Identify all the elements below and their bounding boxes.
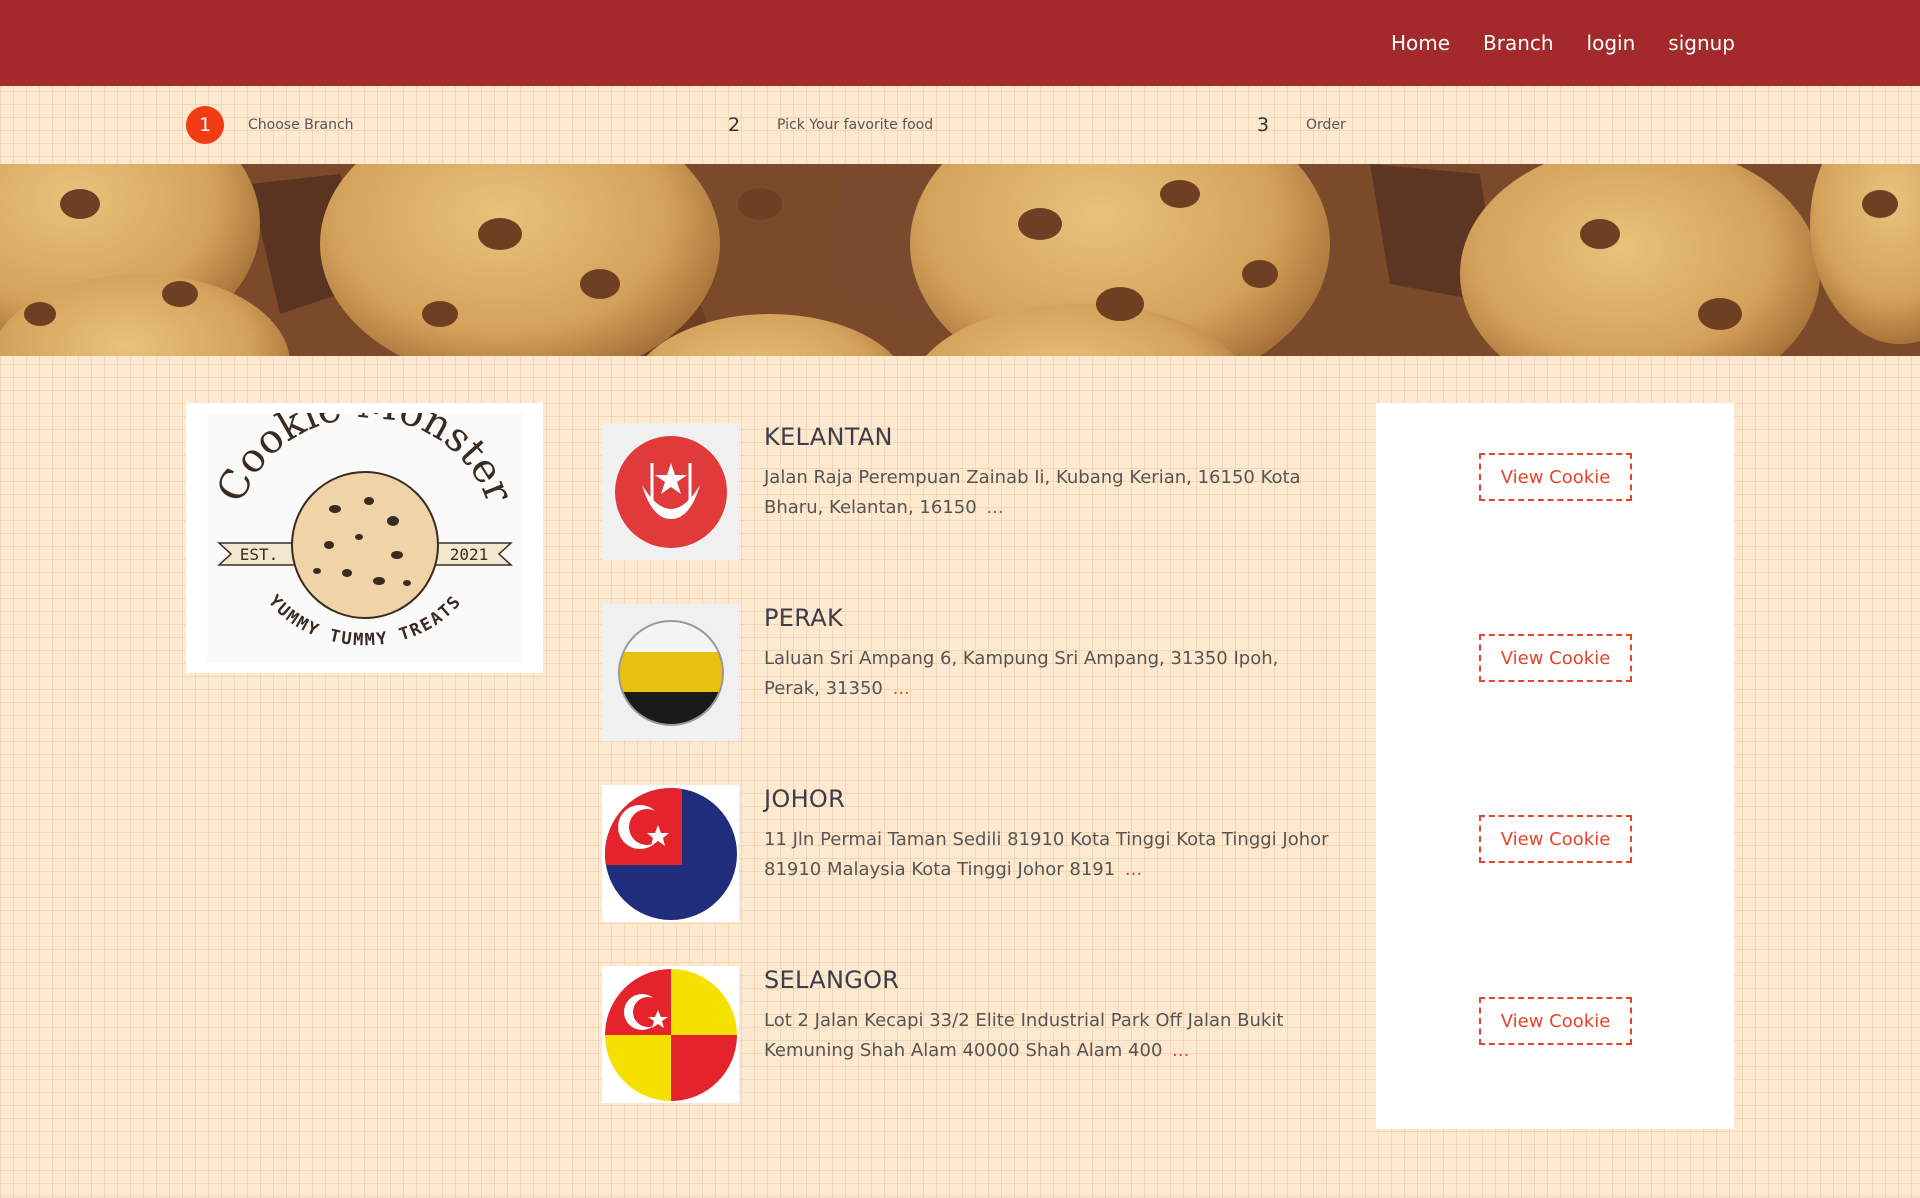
- branch-address-text: Lot 2 Jalan Kecapi 33/2 Elite Industrial…: [764, 1010, 1284, 1061]
- branch-item-kelantan: KELANTAN Jalan Raja Perempuan Zainab Ii,…: [602, 423, 1332, 563]
- branch-name: PERAK: [764, 604, 843, 632]
- step-order: 3 Order: [1244, 86, 1346, 164]
- logo-est-label: EST.: [239, 545, 278, 564]
- step-number-badge: 1: [186, 106, 224, 144]
- view-cookie-button-selangor[interactable]: View Cookie: [1479, 997, 1632, 1045]
- cookies-banner-illustration: [0, 164, 1920, 356]
- step-pick-food: 2 Pick Your favorite food: [715, 86, 933, 164]
- branch-name: JOHOR: [764, 785, 846, 813]
- perak-flag-icon: [602, 604, 739, 741]
- branch-address-text: Jalan Raja Perempuan Zainab Ii, Kubang K…: [764, 467, 1301, 518]
- johor-flag-icon: [602, 785, 739, 922]
- nav-links: Home Branch login signup: [1391, 0, 1735, 86]
- branch-address-text: 11 Jln Permai Taman Sedili 81910 Kota Ti…: [764, 829, 1329, 880]
- kelantan-flag-icon: [602, 423, 739, 560]
- progress-steps: 1 Choose Branch 2 Pick Your favorite foo…: [0, 86, 1920, 164]
- nav-home-link[interactable]: Home: [1391, 31, 1450, 55]
- step-label: Pick Your favorite food: [777, 117, 934, 133]
- step-choose-branch: 1 Choose Branch: [186, 86, 354, 164]
- branch-item-perak: PERAK Laluan Sri Ampang 6, Kampung Sri A…: [602, 604, 1332, 744]
- step-number-badge: 2: [727, 114, 741, 136]
- nav-branch-link[interactable]: Branch: [1483, 31, 1554, 55]
- branch-address: Laluan Sri Ampang 6, Kampung Sri Ampang,…: [764, 644, 1334, 704]
- read-more-link[interactable]: ...: [1172, 1040, 1189, 1061]
- branch-name: SELANGOR: [764, 966, 900, 994]
- branch-address: Lot 2 Jalan Kecapi 33/2 Elite Industrial…: [764, 1006, 1334, 1066]
- navbar: Home Branch login signup: [0, 0, 1920, 86]
- branch-address: Jalan Raja Perempuan Zainab Ii, Kubang K…: [764, 463, 1334, 523]
- nav-login-link[interactable]: login: [1587, 31, 1636, 55]
- nav-signup-link[interactable]: signup: [1668, 31, 1735, 55]
- read-more-link[interactable]: ...: [893, 678, 910, 699]
- read-more-link[interactable]: ...: [1125, 859, 1142, 880]
- cookie-monster-logo: Cookie Monster EST. 2021 YUMMY TUMMY TRE…: [186, 403, 543, 673]
- view-cookie-button-kelantan[interactable]: View Cookie: [1479, 453, 1632, 501]
- branch-address-text: Laluan Sri Ampang 6, Kampung Sri Ampang,…: [764, 648, 1279, 699]
- branch-name: KELANTAN: [764, 423, 893, 451]
- step-number-badge: 3: [1256, 114, 1270, 136]
- logo-year: 2021: [449, 545, 488, 564]
- view-cookie-panel: View Cookie View Cookie View Cookie View…: [1376, 403, 1734, 1129]
- selangor-flag-icon: [602, 966, 739, 1103]
- branch-item-johor: JOHOR 11 Jln Permai Taman Sedili 81910 K…: [602, 785, 1332, 925]
- read-more-link[interactable]: ...: [986, 497, 1003, 518]
- cookie-logo-illustration: Cookie Monster EST. 2021 YUMMY TUMMY TRE…: [206, 413, 523, 663]
- cookies-banner-image: [0, 164, 1920, 356]
- branch-address: 11 Jln Permai Taman Sedili 81910 Kota Ti…: [764, 825, 1334, 885]
- step-label: Order: [1306, 117, 1346, 133]
- view-cookie-button-perak[interactable]: View Cookie: [1479, 634, 1632, 682]
- branch-item-selangor: SELANGOR Lot 2 Jalan Kecapi 33/2 Elite I…: [602, 966, 1332, 1106]
- step-label: Choose Branch: [248, 117, 354, 133]
- view-cookie-button-johor[interactable]: View Cookie: [1479, 815, 1632, 863]
